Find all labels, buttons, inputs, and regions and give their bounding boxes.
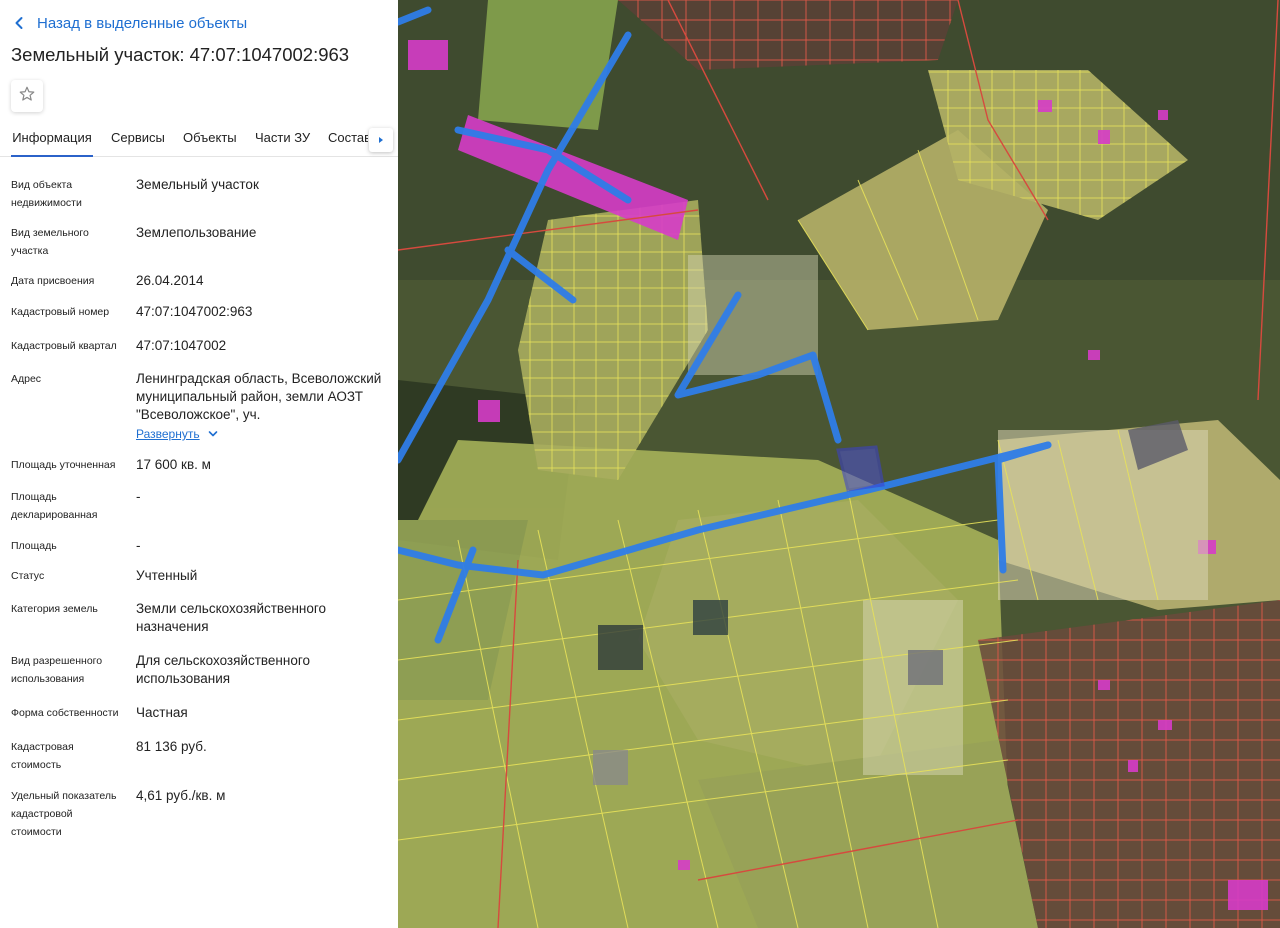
tab-bar: Информация Сервисы Объекты Части ЗУ Сост… bbox=[0, 124, 398, 157]
water-plot bbox=[598, 625, 643, 670]
info-value: Для сельскохозяйственного использования bbox=[136, 653, 310, 686]
gray-plot bbox=[908, 650, 943, 685]
info-value: 26.04.2014 bbox=[136, 273, 204, 288]
info-value: 81 136 руб. bbox=[136, 739, 207, 754]
info-label: Статус bbox=[11, 570, 45, 582]
info-value: Учтенный bbox=[136, 568, 198, 583]
back-link[interactable]: Назад в выделенные объекты bbox=[14, 12, 247, 34]
expand-address-button[interactable]: Развернуть bbox=[136, 425, 391, 443]
info-value: - bbox=[136, 489, 141, 504]
info-value: Землепользование bbox=[136, 225, 257, 240]
page-title: Земельный участок: 47:07:1047002:963 bbox=[11, 44, 350, 65]
info-value: 47:07:1047002:963 bbox=[136, 304, 253, 319]
info-panel: Назад в выделенные объекты Земельный уча… bbox=[0, 0, 398, 928]
tabs-scroll-right-button[interactable] bbox=[369, 128, 393, 152]
info-label: Площадь уточненная bbox=[11, 459, 116, 471]
chevron-down-icon bbox=[208, 429, 218, 439]
info-label: Категория земель bbox=[11, 603, 98, 615]
pale-block bbox=[863, 600, 963, 775]
info-label: Кадастровая стоимость bbox=[11, 741, 74, 771]
info-value: Земельный участок bbox=[136, 177, 259, 192]
address-text: Ленинградская область, Всеволожский муни… bbox=[136, 371, 382, 422]
gray-plot bbox=[593, 750, 628, 785]
tab-parcel-parts[interactable]: Части ЗУ bbox=[255, 124, 310, 155]
chevron-left-icon bbox=[14, 12, 28, 34]
info-label: Дата присвоения bbox=[11, 275, 95, 287]
info-label: Площадь декларированная bbox=[11, 491, 98, 521]
info-value: Частная bbox=[136, 705, 188, 720]
cadastral-map[interactable] bbox=[398, 0, 1280, 928]
info-value: Земли сельскохозяйственного назначения bbox=[136, 601, 327, 634]
info-label: Вид объекта недвижимости bbox=[11, 179, 82, 209]
tab-objects[interactable]: Объекты bbox=[183, 124, 237, 155]
water-plot bbox=[693, 600, 728, 635]
info-label: Адрес bbox=[11, 373, 42, 385]
info-label: Форма собственности bbox=[11, 707, 119, 719]
info-value-address: Ленинградская область, Всеволожский муни… bbox=[136, 370, 391, 443]
tab-composition[interactable]: Состав bbox=[328, 124, 368, 155]
info-label: Вид земельного участка bbox=[11, 227, 89, 257]
expand-label: Развернуть bbox=[136, 427, 200, 441]
pale-block bbox=[998, 430, 1208, 600]
map-canvas[interactable] bbox=[398, 0, 1280, 928]
favorite-button[interactable] bbox=[11, 80, 43, 112]
info-label: Вид разрешенного использования bbox=[11, 655, 103, 685]
back-link-label: Назад в выделенные объекты bbox=[37, 14, 248, 32]
tab-services[interactable]: Сервисы bbox=[111, 124, 165, 155]
caret-right-icon bbox=[377, 131, 385, 149]
info-value: 47:07:1047002 bbox=[136, 338, 227, 353]
info-label: Удельный показатель кадастровой стоимост… bbox=[11, 790, 117, 838]
info-value: 4,61 руб./кв. м bbox=[136, 788, 226, 803]
star-outline-icon bbox=[18, 85, 36, 108]
info-value: - bbox=[136, 538, 141, 553]
info-label: Кадастровый квартал bbox=[11, 340, 117, 352]
info-value: 17 600 кв. м bbox=[136, 457, 211, 472]
info-label: Кадастровый номер bbox=[11, 306, 110, 318]
map-field bbox=[478, 0, 618, 130]
info-label: Площадь bbox=[11, 540, 57, 552]
tab-information[interactable]: Информация bbox=[11, 124, 93, 157]
